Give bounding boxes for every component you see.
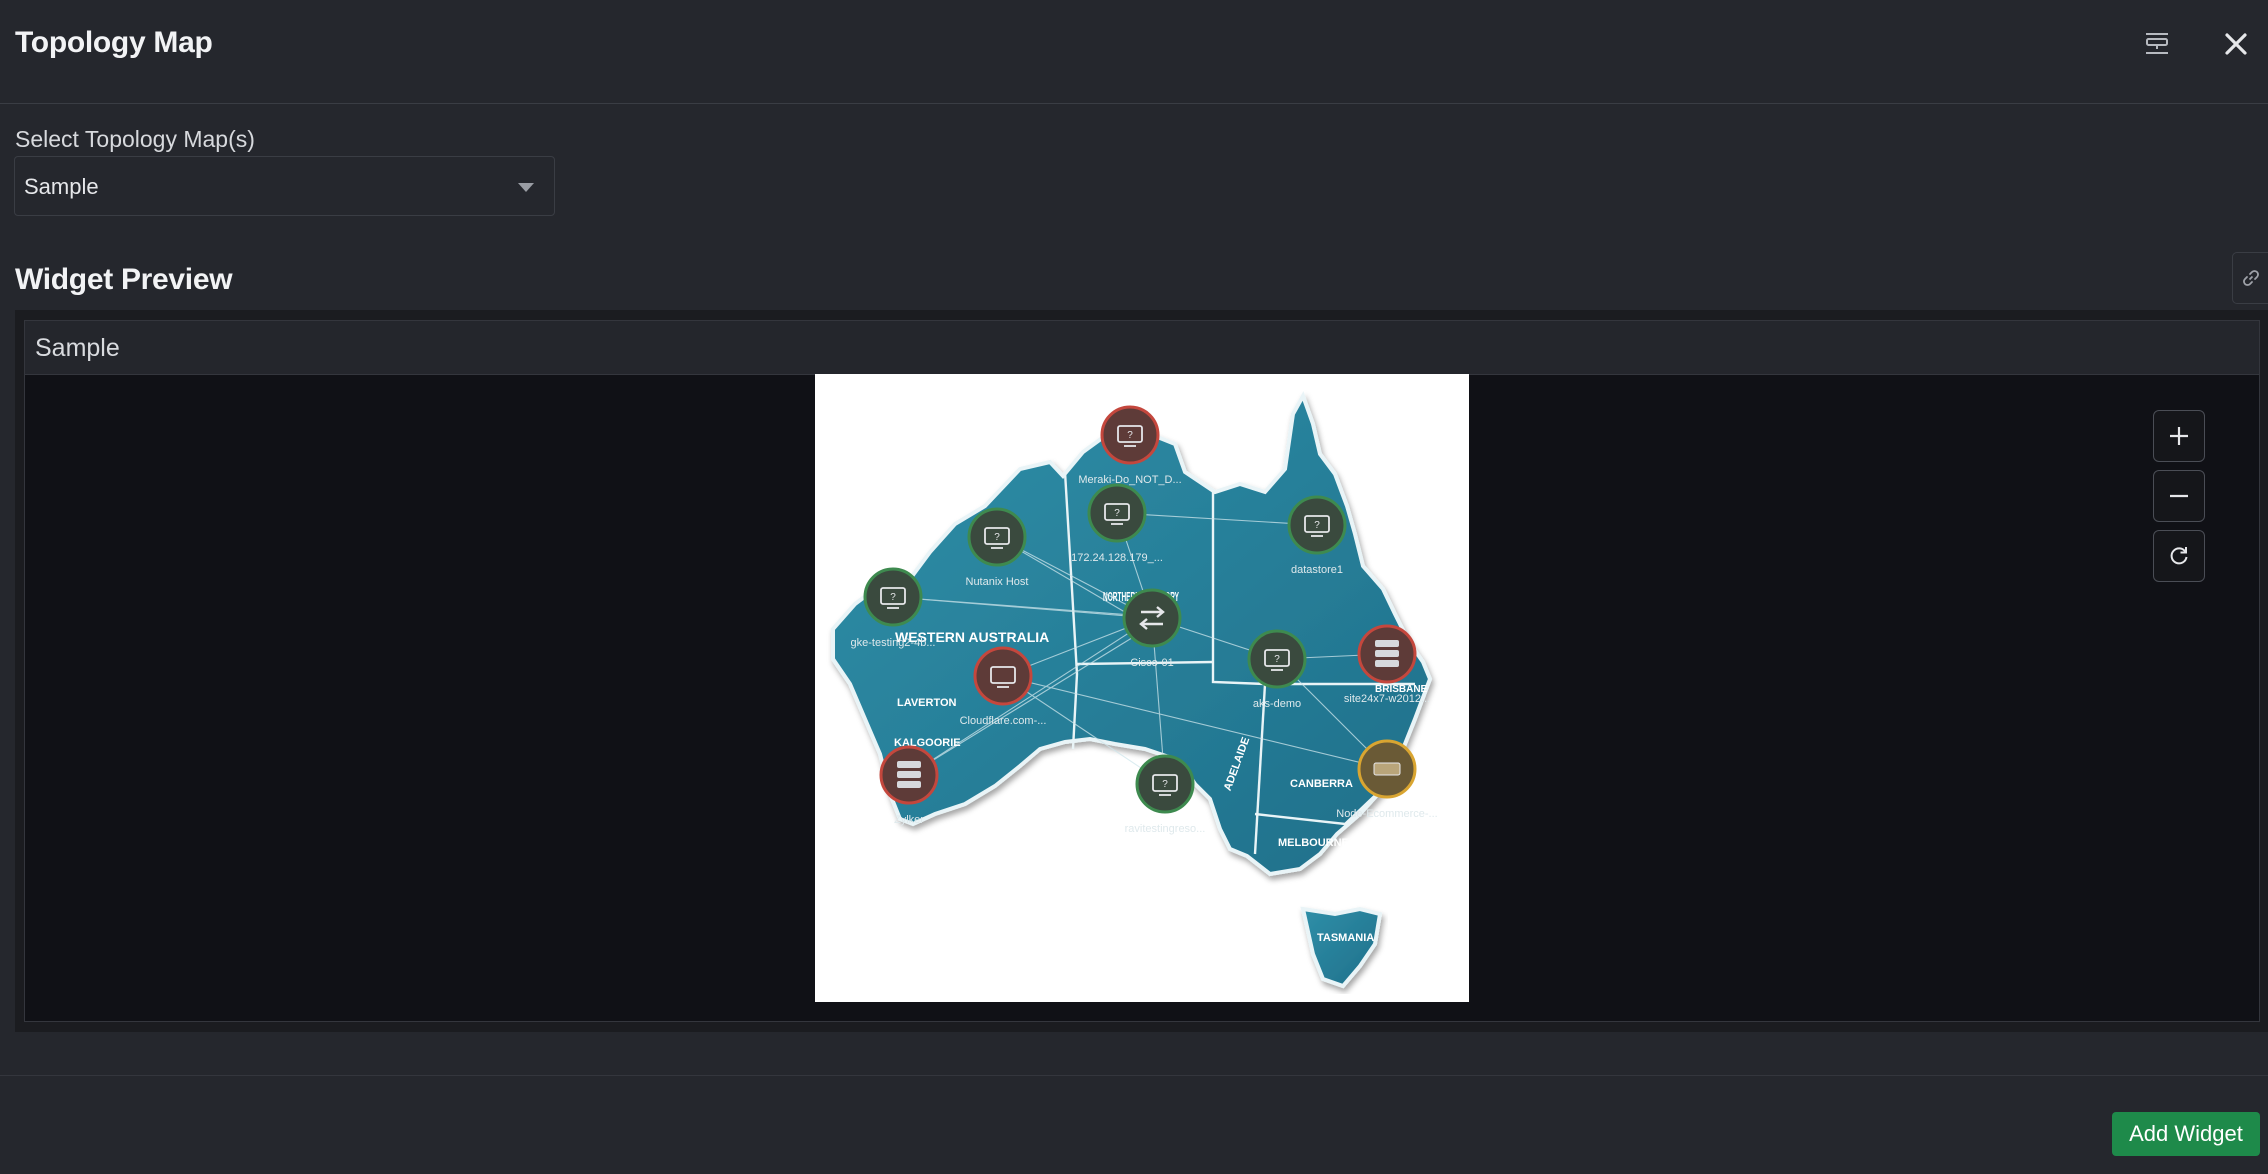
refresh-icon xyxy=(2170,547,2188,565)
link-icon[interactable] xyxy=(2232,252,2268,304)
plus-icon xyxy=(2170,427,2188,445)
svg-text:ravitestingreso...: ravitestingreso... xyxy=(1125,823,1206,835)
topology-node[interactable]: ? datastore1 xyxy=(1287,495,1347,576)
server-icon xyxy=(1375,640,1399,667)
widget-card-title: Sample xyxy=(35,334,120,362)
svg-text:Zylker: Zylker xyxy=(894,814,924,826)
svg-text:Cisco-01: Cisco-01 xyxy=(1130,657,1173,669)
svg-text:Cloudflare.com-...: Cloudflare.com-... xyxy=(960,715,1047,727)
chevron-down-icon xyxy=(518,183,534,192)
region-label: CANBERRA xyxy=(1290,778,1353,790)
region-label: MELBOURNE xyxy=(1278,837,1349,849)
add-widget-button[interactable]: Add Widget xyxy=(2112,1112,2260,1156)
dialog-title: Topology Map xyxy=(15,26,213,59)
svg-text:datastore1: datastore1 xyxy=(1291,564,1343,576)
zoom-in-button[interactable] xyxy=(2153,410,2205,462)
svg-text:site24x7-w2012...: site24x7-w2012... xyxy=(1344,693,1430,705)
widget-card-header: Sample xyxy=(25,321,2259,375)
svg-text:Nutanix Host: Nutanix Host xyxy=(966,576,1029,588)
australia-map-svg: WESTERN AUSTRALIA NORTHERN TERRITORY LAV… xyxy=(831,391,1438,989)
topology-map-select-value: Sample xyxy=(24,174,99,199)
svg-text:?: ? xyxy=(890,592,896,603)
close-icon[interactable] xyxy=(2214,22,2258,66)
layout-icon[interactable] xyxy=(2135,22,2179,66)
layout-icon-svg xyxy=(2146,33,2168,54)
svg-text:?: ? xyxy=(994,532,1000,543)
svg-text:gke-testing2-4b...: gke-testing2-4b... xyxy=(851,637,936,649)
svg-text:?: ? xyxy=(1114,508,1120,519)
topology-node[interactable]: ? aks-demo xyxy=(1247,629,1307,710)
topology-map-select[interactable]: Sample xyxy=(14,156,555,216)
svg-text:?: ? xyxy=(1274,654,1280,665)
select-topology-label: Select Topology Map(s) xyxy=(15,126,255,152)
topology-node[interactable]: ? Nutanix Host xyxy=(966,507,1029,588)
dialog-header: Topology Map xyxy=(0,0,2268,104)
reset-zoom-button[interactable] xyxy=(2153,530,2205,582)
svg-text:?: ? xyxy=(1314,520,1320,531)
footer-divider xyxy=(0,1075,2268,1076)
region-label: LAVERTON xyxy=(897,697,957,709)
minus-icon xyxy=(2170,494,2188,498)
server-icon xyxy=(897,761,921,788)
topology-map-canvas[interactable]: WESTERN AUSTRALIA NORTHERN TERRITORY LAV… xyxy=(815,374,1469,1002)
svg-text:?: ? xyxy=(1127,430,1133,441)
zoom-out-button[interactable] xyxy=(2153,470,2205,522)
svg-text:aks-demo: aks-demo xyxy=(1253,698,1301,710)
svg-text:Meraki-Do_NOT_D...: Meraki-Do_NOT_D... xyxy=(1078,474,1181,486)
svg-text:Node-Ecommerce-...: Node-Ecommerce-... xyxy=(1336,808,1437,820)
region-label: TASMANIA xyxy=(1317,932,1374,944)
widget-preview-title: Widget Preview xyxy=(15,263,233,296)
device-icon xyxy=(1373,762,1401,776)
tasmania-island xyxy=(1300,906,1383,989)
svg-text:172.24.128.179_...: 172.24.128.179_... xyxy=(1071,552,1163,564)
topology-node[interactable]: Cisco-01 xyxy=(1122,588,1182,669)
svg-text:?: ? xyxy=(1162,779,1168,790)
